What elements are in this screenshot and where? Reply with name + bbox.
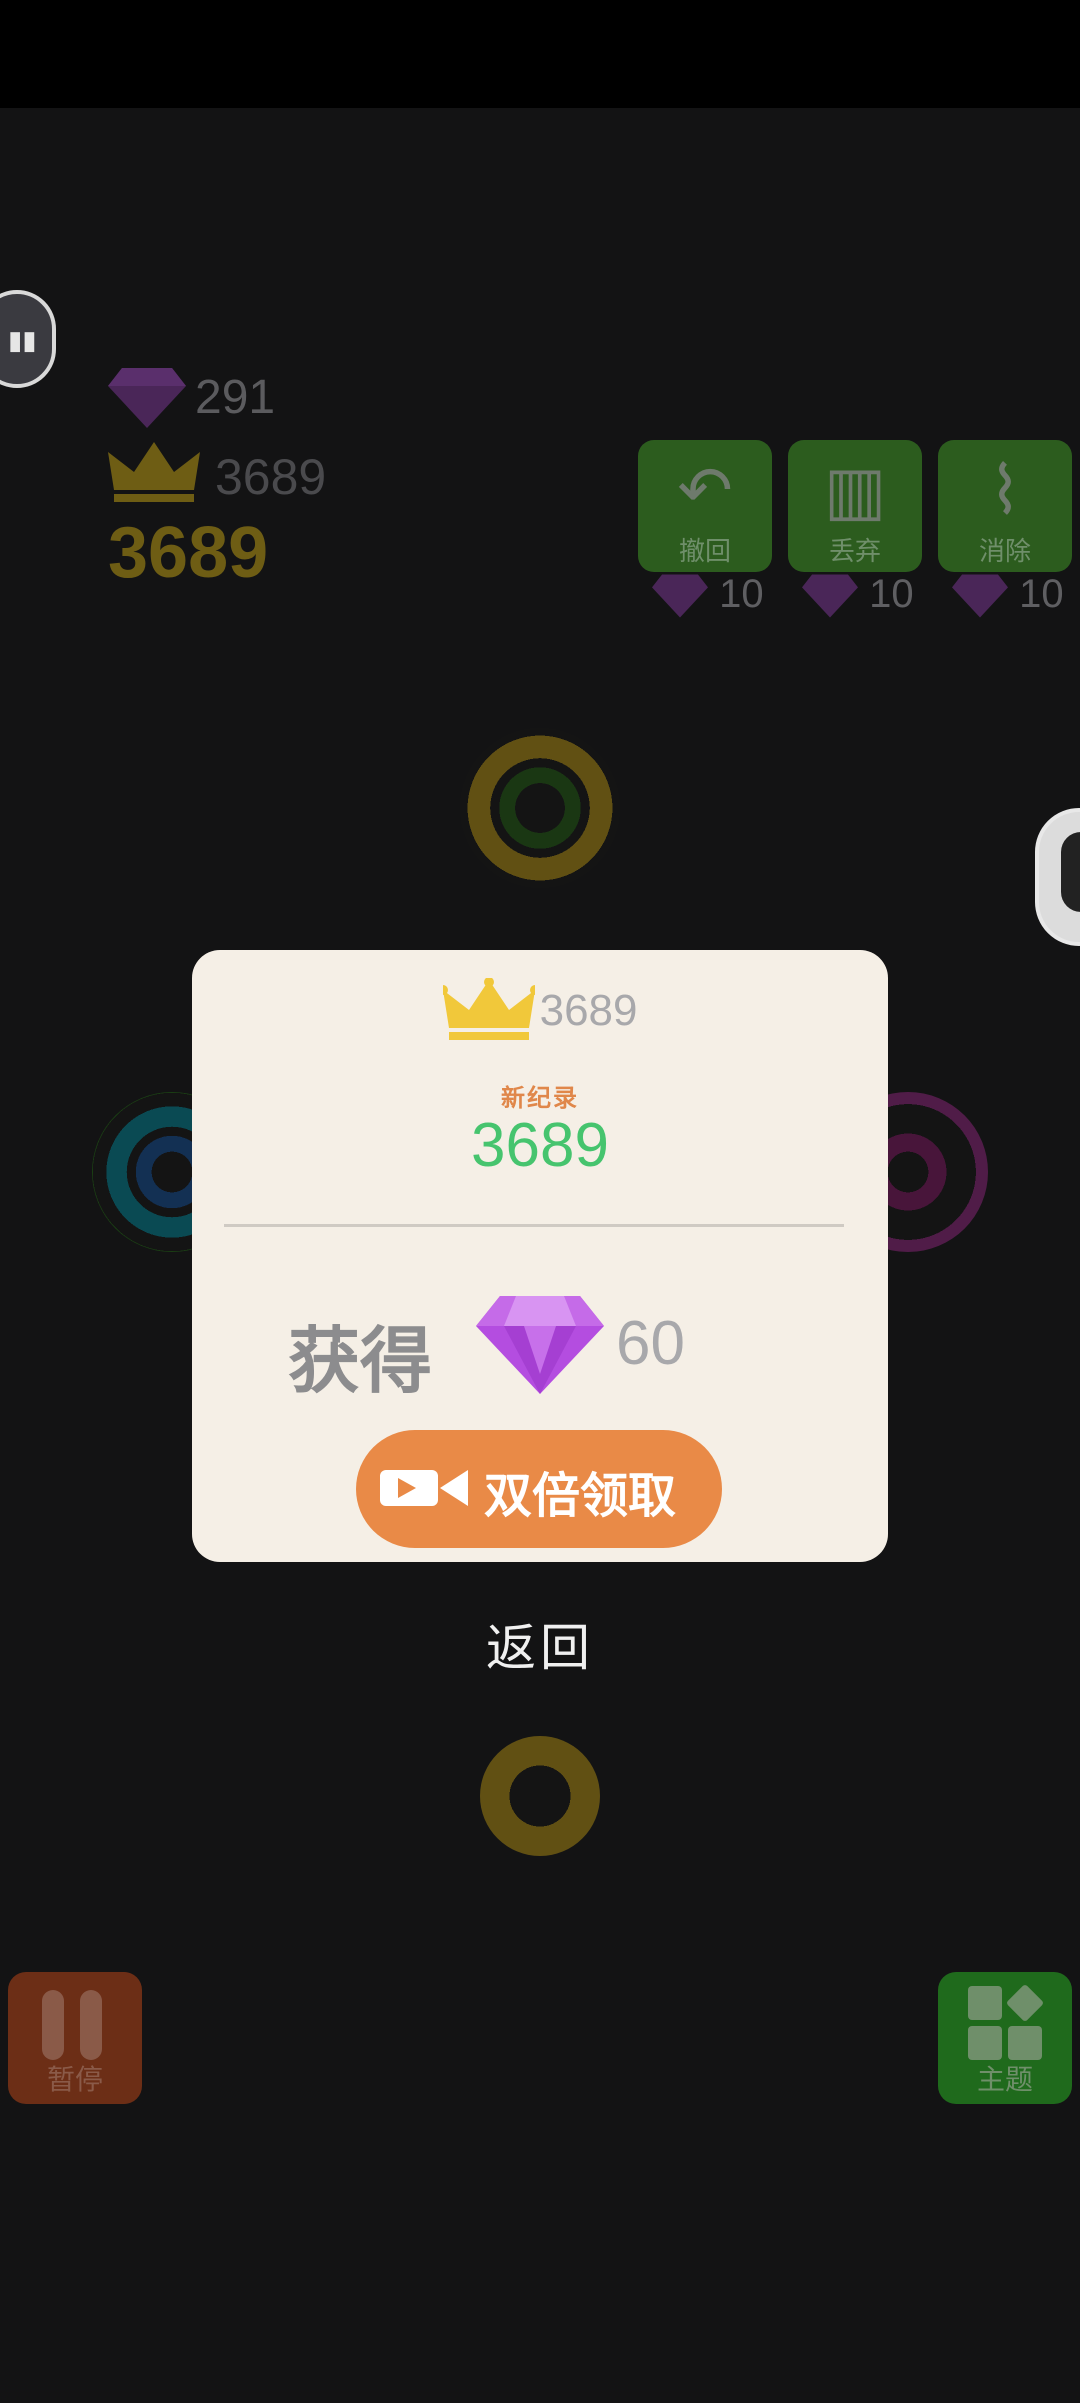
gem-icon bbox=[652, 574, 708, 618]
final-score: 3689 bbox=[471, 1111, 609, 1180]
best-score: 3689 bbox=[215, 449, 327, 505]
theme-button[interactable]: 主题 bbox=[938, 1972, 1072, 2104]
gem-icon bbox=[802, 574, 858, 618]
discard-label: 丢弃 bbox=[828, 537, 881, 567]
double-reward-button[interactable]: 双倍领取 bbox=[356, 1430, 722, 1548]
eyes-icon: ▮▮ bbox=[8, 326, 37, 356]
undo-button[interactable]: ↶ 撤回 bbox=[638, 440, 772, 572]
best-score-row: 3689 bbox=[192, 977, 888, 1044]
back-button[interactable]: 返回 bbox=[0, 1608, 1080, 1680]
undo-icon: ↶ bbox=[677, 452, 733, 529]
new-record-label: 新纪录 bbox=[501, 1084, 579, 1112]
undo-cost: 10 bbox=[652, 572, 764, 618]
pause-button[interactable]: 暂停 bbox=[8, 1972, 142, 2104]
discard-cost: 10 bbox=[802, 572, 914, 618]
video-camera-icon bbox=[380, 1470, 468, 1506]
trash-icon: ▥ bbox=[823, 452, 887, 529]
discard-button[interactable]: ▥ 丢弃 bbox=[788, 440, 922, 572]
status-bar bbox=[0, 0, 1080, 108]
earn-label: 获得 bbox=[288, 1318, 433, 1403]
grid-icon bbox=[968, 1983, 1045, 2062]
earn-amount: 60 bbox=[616, 1309, 685, 1378]
clear-cost: 10 bbox=[952, 572, 1064, 618]
gem-count: 291 bbox=[195, 371, 276, 424]
current-score: 3689 bbox=[108, 513, 269, 593]
broom-icon: ⌇ bbox=[988, 452, 1022, 529]
undo-label: 撤回 bbox=[678, 537, 731, 567]
best-score-value: 3689 bbox=[539, 986, 638, 1035]
clear-label: 消除 bbox=[978, 537, 1031, 567]
crown-icon bbox=[437, 977, 540, 1040]
theme-label: 主题 bbox=[976, 2063, 1033, 2096]
double-reward-label: 双倍领取 bbox=[484, 1468, 677, 1524]
gem-icon bbox=[952, 574, 1008, 618]
avatar[interactable] bbox=[1035, 808, 1080, 946]
gem-icon bbox=[108, 368, 186, 428]
gem-icon bbox=[476, 1296, 604, 1394]
crown-icon bbox=[108, 442, 200, 502]
result-dialog: 3689 新纪录 3689 获得 60 双倍领取 bbox=[192, 950, 888, 1562]
divider bbox=[224, 1224, 844, 1227]
pause-icon bbox=[42, 1990, 118, 2064]
pause-label: 暂停 bbox=[46, 2063, 103, 2096]
clear-button[interactable]: ⌇ 消除 bbox=[938, 440, 1072, 572]
